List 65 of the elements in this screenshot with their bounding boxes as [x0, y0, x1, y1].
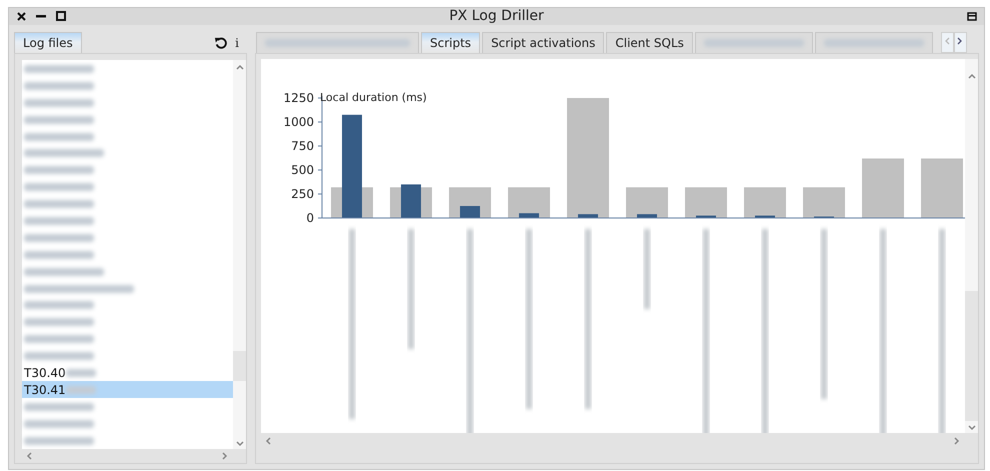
redacted-label: [24, 183, 94, 192]
tab[interactable]: Client SQLs: [606, 32, 693, 53]
redacted-label: [24, 234, 94, 242]
log-files-tab[interactable]: Log files: [14, 32, 82, 53]
refresh-icon[interactable]: [214, 36, 228, 49]
log-file-item[interactable]: T30.41: [22, 381, 233, 398]
tab[interactable]: Script activations: [482, 32, 604, 53]
close-button[interactable]: [15, 10, 27, 22]
scroll-right-button[interactable]: [954, 32, 967, 53]
y-tick-label: 750: [291, 138, 314, 153]
scroll-down-icon: [236, 441, 244, 447]
scroll-up-icon: [968, 72, 976, 79]
scroll-thumb[interactable]: [233, 351, 246, 381]
tab[interactable]: [694, 32, 813, 53]
tab[interactable]: Scripts: [421, 32, 480, 53]
log-file-name: T30.40: [24, 366, 66, 380]
redacted-label: [24, 420, 94, 428]
close-icon: [16, 12, 26, 21]
y-tick-label: 250: [291, 186, 314, 201]
minimize-icon: [36, 14, 46, 18]
redacted-label: [66, 386, 96, 394]
scroll-thumb[interactable]: [965, 291, 978, 421]
vertical-scrollbar[interactable]: [965, 58, 978, 433]
redacted-label: [24, 166, 94, 174]
scroll-left-icon: [265, 437, 271, 445]
y-tick-label: 0: [306, 210, 314, 225]
redacted-label: [24, 301, 94, 310]
scroll-up-icon: [236, 64, 244, 70]
redacted-label: [24, 132, 94, 141]
log-file-item[interactable]: T30.40: [22, 364, 233, 382]
tab[interactable]: [256, 32, 419, 53]
scroll-down-icon: [968, 425, 976, 431]
redacted-label: [24, 216, 94, 225]
y-tick-label: 1000: [283, 114, 314, 129]
redacted-label: [24, 98, 94, 107]
maximize-button[interactable]: [55, 10, 67, 22]
redacted-label: [24, 200, 94, 208]
redacted-label: [24, 64, 94, 73]
redacted-label: [24, 318, 94, 326]
redacted-label: [24, 335, 94, 344]
redacted-label: [24, 250, 94, 259]
redacted-label: [24, 402, 94, 411]
redacted-label: [24, 82, 94, 90]
bar: [921, 158, 963, 218]
window-title: PX Log Driller: [448, 8, 545, 24]
window-icon: [967, 12, 977, 21]
log-file-name: T30.41: [24, 382, 66, 397]
redacted-label: [24, 352, 94, 360]
redacted-label: [24, 116, 94, 124]
redacted-label: [24, 436, 94, 445]
y-axis-title: Local duration (ms): [320, 90, 427, 104]
scroll-left-icon: [26, 452, 32, 460]
scroll-right-icon: [222, 452, 228, 460]
vertical-scrollbar[interactable]: [233, 60, 246, 449]
redacted-label: [66, 368, 96, 377]
info-button[interactable]: i: [235, 36, 239, 50]
scroll-right-icon: [954, 437, 960, 445]
bar: [862, 158, 904, 218]
chevron-left-icon: [944, 37, 950, 46]
chevron-right-icon: [957, 37, 964, 46]
y-tick-label: 500: [291, 162, 314, 177]
tab[interactable]: [814, 32, 933, 53]
maximize-icon: [56, 11, 66, 22]
y-tick-label: 1250: [283, 90, 314, 105]
restore-button[interactable]: [966, 10, 978, 22]
